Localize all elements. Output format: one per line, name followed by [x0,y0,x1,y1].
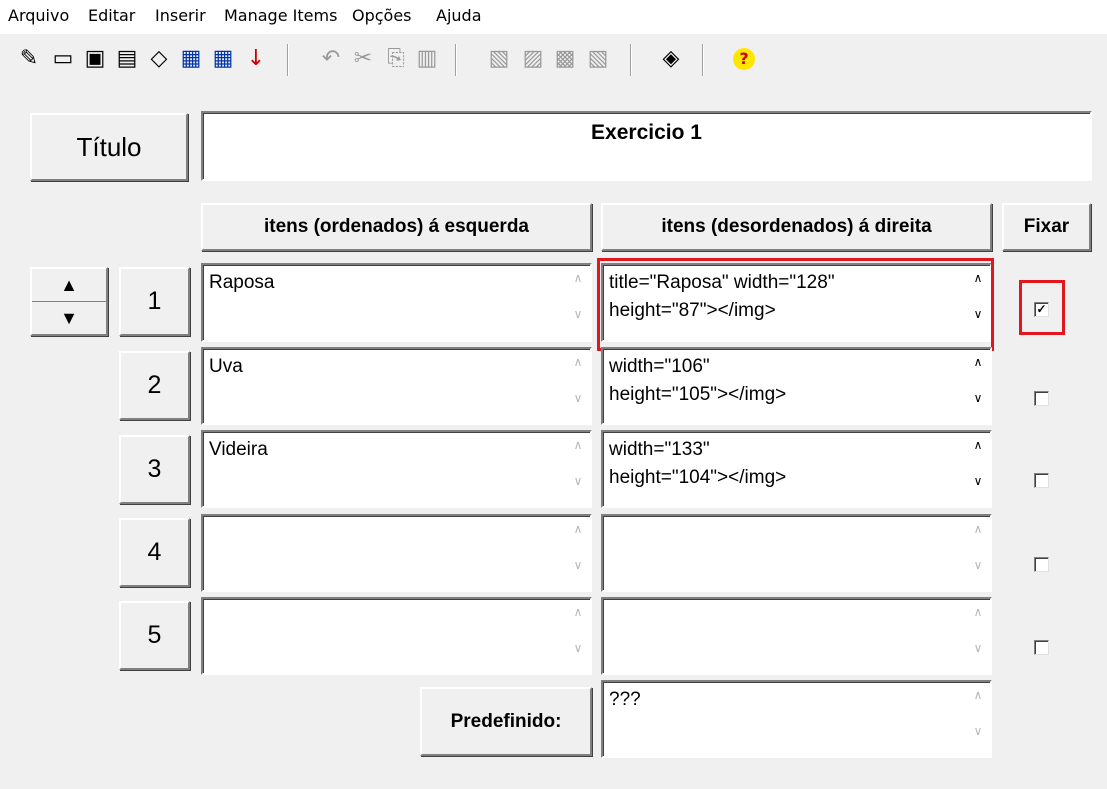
row-number[interactable]: 3 [119,435,190,504]
left-item-text [203,599,590,607]
menu-opcoes[interactable]: Opções [352,6,412,25]
left-item-field[interactable]: Uva ∧ ∨ [201,347,592,425]
left-item-text: Raposa [209,272,275,293]
highlight-box [597,258,994,351]
web-export-icon[interactable]: ▦ [178,46,204,72]
menu-inserir[interactable]: Inserir [155,6,206,25]
predefinido-label: Predefinido: [420,687,592,756]
header-left: itens (ordenados) á esquerda [201,203,592,251]
tool-2-icon[interactable]: ▨ [520,46,546,72]
scroll-arrows[interactable]: ∧ ∨ [570,438,586,502]
menu-ajuda[interactable]: Ajuda [436,6,482,25]
new-icon[interactable]: ✎ [16,46,42,72]
menu-editar[interactable]: Editar [88,6,135,25]
tool-1-icon[interactable]: ▧ [486,46,512,72]
predefinido-value: ??? [609,689,641,710]
row-number[interactable]: 4 [119,518,190,587]
right-item-field[interactable]: width="133" height="104"></img> ∧ ∨ [601,430,992,508]
titulo-field[interactable]: Exercicio 1 [201,111,1092,181]
scroll-arrows[interactable]: ∧ ∨ [570,271,586,335]
help-icon[interactable]: ? [733,48,755,70]
scroll-arrows[interactable]: ∧ ∨ [970,522,986,586]
tool-3-icon[interactable]: ▩ [552,46,578,72]
predefinido-field[interactable]: ??? ∧ ∨ [601,680,992,758]
fix-checkbox[interactable] [1034,557,1049,572]
row-number[interactable]: 1 [119,267,190,336]
row-number[interactable]: 2 [119,351,190,420]
fix-checkbox[interactable] [1034,640,1049,655]
menu-arquivo[interactable]: Arquivo [8,6,69,25]
left-item-field[interactable]: Raposa ∧ ∨ [201,263,592,342]
left-item-text: Videira [209,439,268,460]
paste-icon[interactable]: ▥ [414,46,440,72]
scroll-arrows[interactable]: ∧ ∨ [570,522,586,586]
move-up-icon[interactable]: ▲ [32,269,106,302]
tool-4-icon[interactable]: ▧ [585,46,611,72]
header-fixar: Fixar [1002,203,1091,251]
right-item-text: width="106" height="105"></img> [609,356,787,405]
left-item-field[interactable]: Videira ∧ ∨ [201,430,592,508]
scroll-arrows[interactable]: ∧ ∨ [570,355,586,419]
fix-checkbox[interactable] [1034,473,1049,488]
left-item-text: Uva [209,356,243,377]
row-number[interactable]: 5 [119,601,190,670]
save-icon[interactable]: ▣ [82,46,108,72]
right-item-field[interactable]: ∧ ∨ [601,597,992,675]
copy-icon[interactable]: ⎘ [383,46,409,72]
right-item-text [603,599,990,607]
titulo-label: Título [30,113,188,181]
toolbar-separator [630,44,632,76]
open-folder-icon[interactable]: ▭ [50,46,76,72]
down-arrow-icon[interactable]: ↓ [243,46,269,72]
menu-bar: Arquivo Editar Inserir Manage Items Opçõ… [0,0,1107,34]
scroll-arrows[interactable]: ∧ ∨ [970,438,986,502]
save-as-icon[interactable]: ▤ [114,46,140,72]
web-export-alt-icon[interactable]: ▦ [210,46,236,72]
scroll-arrows[interactable]: ∧ ∨ [970,688,986,752]
toolbar-separator [287,44,289,76]
eraser-icon[interactable]: ◇ [146,46,172,72]
right-item-field[interactable]: ∧ ∨ [601,514,992,592]
toolbar-separator [455,44,457,76]
left-item-text [203,516,590,524]
right-item-text: width="133" height="104"></img> [609,439,787,488]
scroll-arrows[interactable]: ∧ ∨ [570,605,586,669]
scroll-arrows[interactable]: ∧ ∨ [970,605,986,669]
titulo-value: Exercicio 1 [591,121,702,144]
scroll-arrows[interactable]: ∧ ∨ [970,355,986,419]
undo-icon[interactable]: ↶ [318,46,344,72]
menu-manage-items[interactable]: Manage Items [224,6,337,25]
move-down-icon[interactable]: ▼ [32,302,106,334]
left-item-field[interactable]: ∧ ∨ [201,514,592,592]
right-item-field[interactable]: width="106" height="105"></img> ∧ ∨ [601,347,992,425]
move-arrows: ▲ ▼ [30,267,108,336]
toolbar-separator [702,44,704,76]
palette-icon[interactable]: ◈ [658,46,684,72]
fix-checkbox[interactable]: ✓ [1034,302,1049,317]
left-item-field[interactable]: ∧ ∨ [201,597,592,675]
fix-checkbox[interactable] [1034,391,1049,406]
right-item-text [603,516,990,524]
cut-icon[interactable]: ✂ [350,46,376,72]
header-right: itens (desordenados) á direita [601,203,992,251]
